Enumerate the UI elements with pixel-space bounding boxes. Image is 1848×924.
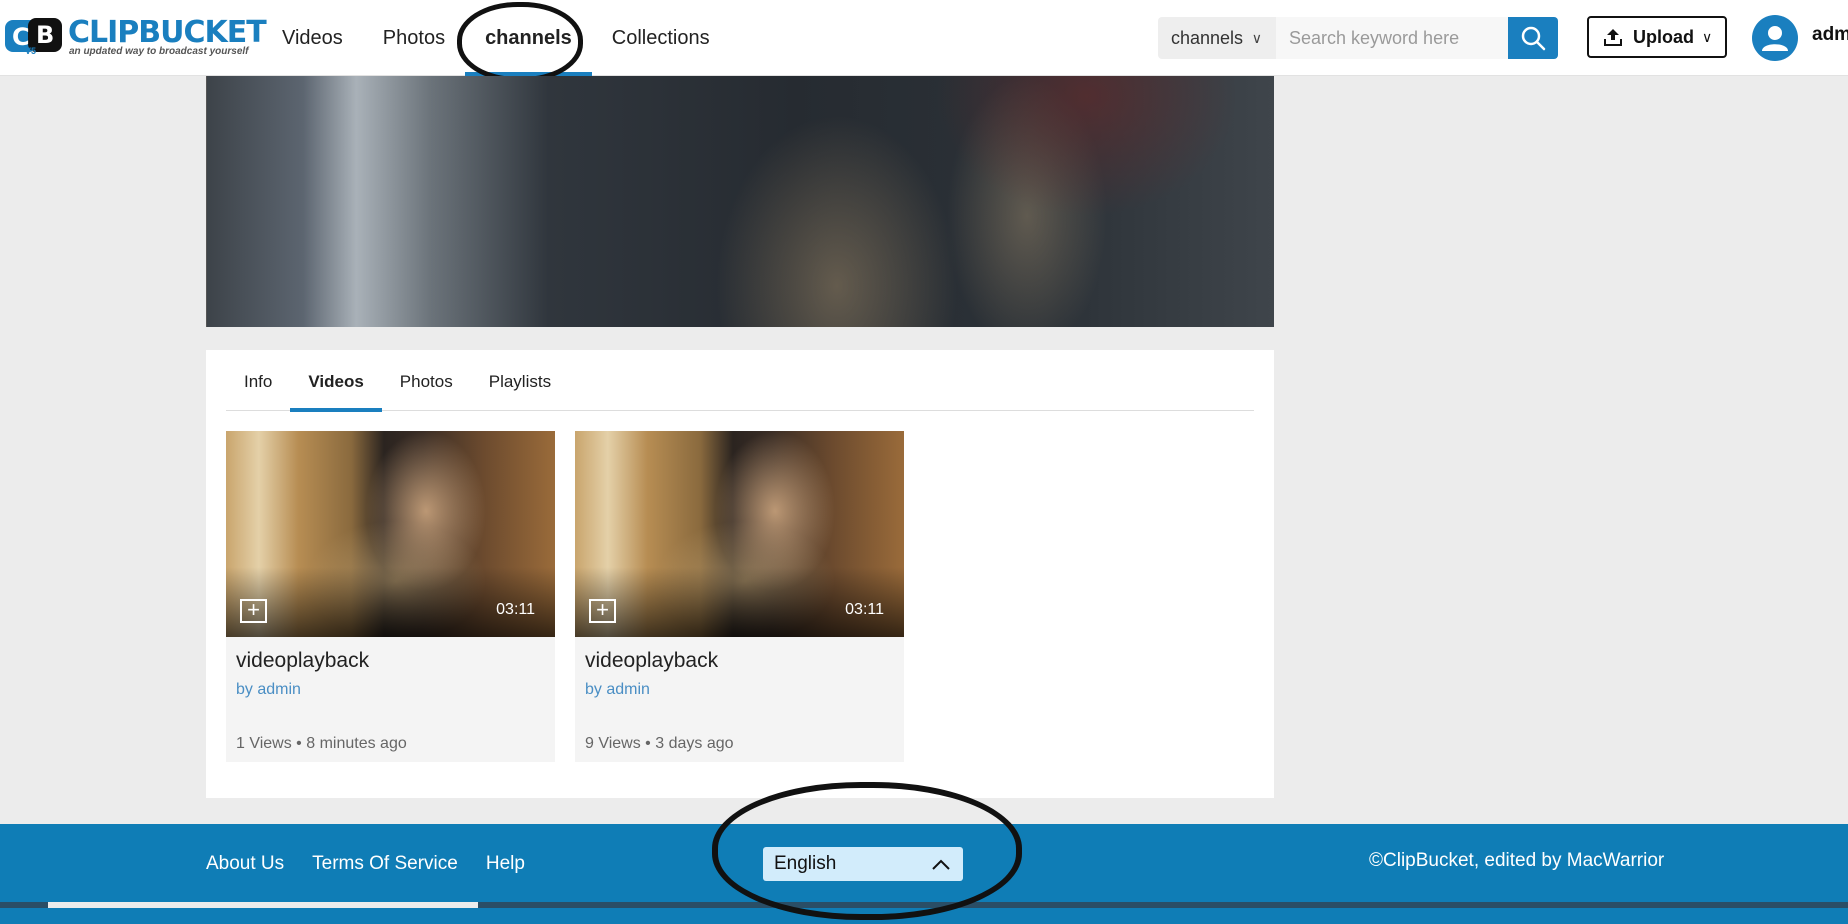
- nav-photos[interactable]: Photos: [363, 0, 465, 76]
- nav-videos[interactable]: Videos: [262, 0, 363, 76]
- upload-label: Upload: [1633, 26, 1694, 47]
- video-meta: 1 Views • 8 minutes ago: [236, 735, 407, 752]
- logo-wordmark: CLIPBUCKET: [68, 15, 267, 50]
- footer-link-help[interactable]: Help: [486, 853, 525, 875]
- channel-banner: [206, 76, 1274, 327]
- add-to-playlist-button[interactable]: +: [240, 599, 267, 623]
- user-icon: [1762, 26, 1788, 51]
- plus-icon: +: [247, 597, 260, 622]
- footer-link-terms[interactable]: Terms Of Service: [312, 853, 458, 875]
- video-card[interactable]: + 03:11 videoplayback by admin 1 Views •…: [226, 431, 555, 762]
- language-selector[interactable]: English: [763, 847, 963, 881]
- nav-collections[interactable]: Collections: [592, 0, 730, 76]
- upload-button[interactable]: Upload ∨: [1587, 16, 1727, 58]
- video-author-link[interactable]: by admin: [585, 681, 650, 699]
- video-views: 1 Views: [236, 735, 292, 752]
- chevron-down-icon: ∨: [1702, 28, 1713, 45]
- main-nav: Videos Photos channels Collections: [262, 0, 730, 76]
- video-card[interactable]: + 03:11 videoplayback by admin 9 Views •…: [575, 431, 904, 762]
- tab-info[interactable]: Info: [226, 350, 290, 411]
- video-author-link[interactable]: by admin: [236, 681, 301, 699]
- search-icon: [1521, 26, 1546, 51]
- username-label[interactable]: adm: [1812, 24, 1848, 46]
- clipbucket-logo[interactable]: C B V5 CLIPBUCKET an updated way to broa…: [4, 14, 267, 58]
- nav-channels[interactable]: channels: [465, 0, 592, 76]
- site-footer: About Us Terms Of Service Help English ©…: [0, 824, 1848, 924]
- channel-tabs: Info Videos Photos Playlists: [226, 350, 1254, 412]
- chevron-down-icon: ∨: [1251, 30, 1262, 46]
- footer-strip-segment: [48, 902, 478, 908]
- footer-link-about[interactable]: About Us: [206, 853, 284, 875]
- video-age: 8 minutes ago: [306, 735, 407, 752]
- search-input[interactable]: [1276, 17, 1508, 59]
- user-avatar[interactable]: [1752, 15, 1798, 61]
- tab-videos[interactable]: Videos: [290, 350, 383, 412]
- footer-links: About Us Terms Of Service Help: [206, 824, 553, 904]
- copyright-text: ©ClipBucket, edited by MacWarrior: [1369, 850, 1665, 871]
- video-views: 9 Views: [585, 735, 641, 752]
- top-navbar: C B V5 CLIPBUCKET an updated way to broa…: [0, 0, 1848, 76]
- video-duration: 03:11: [845, 601, 884, 618]
- search-type-label: channels: [1171, 28, 1244, 48]
- video-title[interactable]: videoplayback: [236, 649, 369, 673]
- video-duration: 03:11: [496, 601, 535, 618]
- language-label: English: [774, 853, 837, 874]
- logo-tagline: an updated way to broadcast yourself: [69, 46, 249, 57]
- tab-playlists[interactable]: Playlists: [471, 350, 569, 411]
- search-button[interactable]: [1508, 17, 1558, 59]
- video-meta: 9 Views • 3 days ago: [585, 735, 734, 752]
- chevron-up-icon: [931, 847, 951, 893]
- channel-content-panel: Info Videos Photos Playlists + 03:11 vid…: [206, 350, 1274, 798]
- svg-text:B: B: [36, 21, 54, 49]
- add-to-playlist-button[interactable]: +: [589, 599, 616, 623]
- logo-version: V5: [25, 46, 37, 56]
- tab-photos[interactable]: Photos: [382, 350, 471, 411]
- search-type-dropdown[interactable]: channels ∨: [1158, 17, 1276, 59]
- video-age: 3 days ago: [655, 735, 734, 752]
- plus-icon: +: [596, 597, 609, 622]
- video-title[interactable]: videoplayback: [585, 649, 718, 673]
- upload-icon: [1604, 29, 1622, 46]
